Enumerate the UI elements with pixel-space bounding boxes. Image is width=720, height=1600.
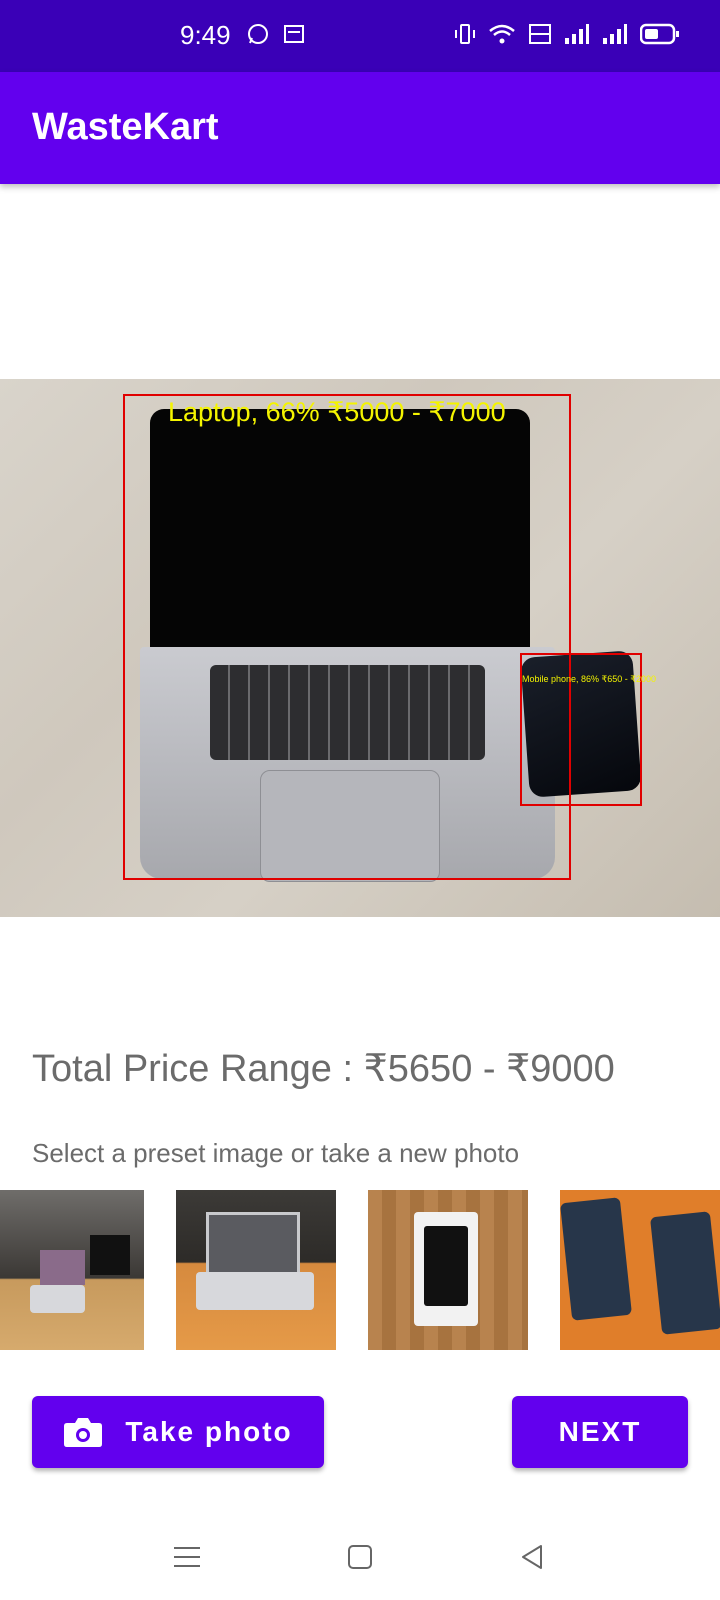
thumb-monitor-shape xyxy=(90,1235,130,1275)
preset-desk-setup[interactable] xyxy=(0,1190,144,1350)
thumb-screen-shape xyxy=(40,1250,85,1285)
preset-laptop[interactable] xyxy=(176,1190,336,1350)
home-square-icon[interactable] xyxy=(343,1540,377,1574)
take-photo-button[interactable]: Take photo xyxy=(32,1396,324,1468)
thumb-screen-shape xyxy=(206,1212,300,1276)
battery-icon xyxy=(640,23,679,45)
detection-result-image: Laptop, 66% ₹5000 - ₹7000 Mobile phone, … xyxy=(0,379,720,917)
status-time: 9:49 xyxy=(180,20,231,50)
detection-box-laptop xyxy=(123,394,571,880)
signal-icon xyxy=(565,24,589,44)
wifi-icon xyxy=(489,24,515,44)
thumb-laptop-shape xyxy=(30,1285,85,1313)
detection-label-laptop: Laptop, 66% ₹5000 - ₹7000 xyxy=(168,397,506,427)
total-price-range: Total Price Range : ₹5650 - ₹9000 xyxy=(32,1048,615,1090)
vibrate-icon xyxy=(455,24,475,44)
back-triangle-icon[interactable] xyxy=(515,1540,549,1574)
status-left-icons xyxy=(246,22,306,46)
system-nav-bar xyxy=(0,1510,720,1600)
app-title: WasteKart xyxy=(32,106,219,148)
menu-icon[interactable] xyxy=(170,1540,204,1574)
next-button[interactable]: NEXT xyxy=(512,1396,688,1468)
news-app-icon xyxy=(284,25,304,43)
preset-two-phones[interactable] xyxy=(560,1190,720,1350)
preset-phone-box[interactable] xyxy=(368,1190,528,1350)
camera-icon xyxy=(64,1418,103,1447)
next-label: NEXT xyxy=(558,1416,642,1447)
status-bar: 9:49 xyxy=(0,0,720,72)
thumb-phone-shape xyxy=(560,1197,633,1321)
preset-image-strip[interactable] xyxy=(0,1190,720,1350)
status-right-icons xyxy=(454,22,680,46)
thumb-laptop-shape xyxy=(196,1272,314,1310)
whatsapp-icon xyxy=(248,24,268,44)
detection-label-phone: Mobile phone, 86% ₹650 - ₹2000 xyxy=(522,674,657,684)
signal-icon xyxy=(603,24,627,44)
instruction-text: Select a preset image or take a new phot… xyxy=(32,1138,520,1168)
volte-icon xyxy=(529,24,551,44)
take-photo-label: Take photo xyxy=(125,1416,293,1447)
thumb-phone-shape xyxy=(649,1211,720,1335)
app-bar: WasteKart xyxy=(0,72,720,184)
thumb-phone-box-shape xyxy=(414,1212,478,1326)
